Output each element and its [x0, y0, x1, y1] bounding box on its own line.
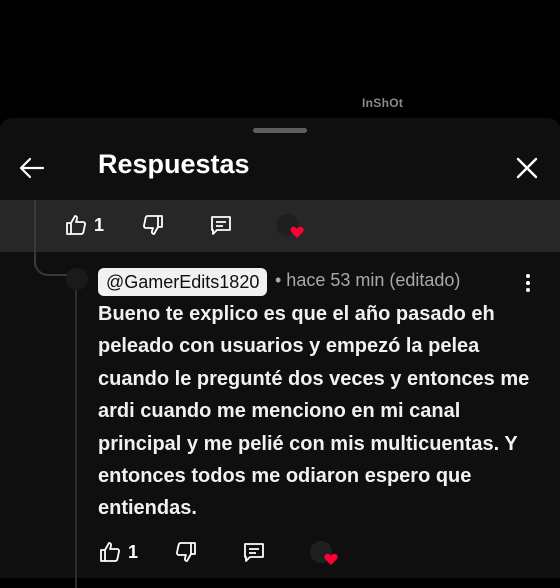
drag-handle[interactable] [253, 128, 307, 133]
thumbs-up-icon [100, 542, 120, 562]
replies-sheet: Respuestas 1 @GamerEdits1820 • hace 53 m… [0, 118, 560, 588]
comment-meta: • hace 53 min (editado) [275, 270, 461, 290]
reply-button[interactable] [209, 213, 233, 237]
like-button[interactable]: 1 [64, 213, 104, 237]
back-button[interactable] [16, 152, 48, 184]
comment-icon [244, 543, 264, 562]
more-options-button[interactable] [517, 272, 539, 294]
dislike-button[interactable] [141, 213, 165, 237]
page-title: Respuestas [98, 149, 250, 179]
arrow-left-icon [19, 157, 45, 179]
reply-dislike-button[interactable] [174, 540, 198, 564]
close-icon [516, 157, 538, 179]
more-vert-icon [526, 274, 530, 292]
inshot-watermark: InShOt [362, 96, 404, 110]
reply-thread-line [75, 288, 77, 588]
comment-text: Bueno te explico es que el año pasado eh… [98, 303, 530, 520]
avatar[interactable] [66, 268, 88, 290]
thumbs-down-icon [143, 215, 163, 235]
reply-like-count: 1 [128, 541, 139, 562]
reply-creator-heart [310, 541, 340, 567]
sheet-header: Respuestas [0, 138, 560, 198]
author-handle[interactable]: @GamerEdits1820 [98, 268, 268, 296]
like-count: 1 [94, 214, 105, 235]
comment-icon [211, 216, 231, 235]
parent-comment-actions: 1 [0, 200, 560, 252]
creator-heart [276, 214, 306, 240]
thumbs-down-icon [176, 542, 196, 562]
reply-reply-button[interactable] [242, 540, 266, 564]
thread-connector [34, 234, 68, 276]
reply-like-button[interactable]: 1 [98, 540, 138, 564]
heart-icon [290, 226, 304, 238]
close-button[interactable] [511, 152, 543, 184]
